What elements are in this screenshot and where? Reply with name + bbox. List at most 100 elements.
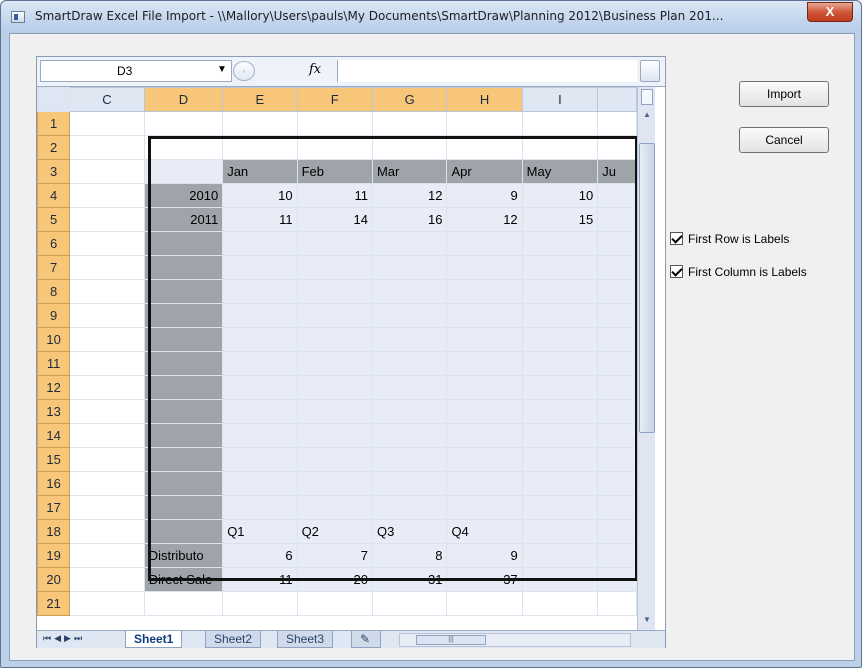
grid-cell[interactable]: May [521,159,599,184]
row-header[interactable]: 10 [37,327,71,352]
row-header[interactable]: 8 [37,279,71,304]
grid-cell[interactable] [143,423,224,448]
row-header[interactable]: 4 [37,183,71,208]
row-header[interactable]: 6 [37,231,71,256]
grid-cell[interactable] [597,447,637,472]
grid-cell[interactable] [597,399,637,424]
grid-cell[interactable]: 2011 [143,207,224,232]
grid-cell[interactable] [371,327,448,352]
grid-cell[interactable] [69,543,145,568]
row-header[interactable]: 17 [37,495,71,520]
row-header[interactable]: 18 [37,519,71,544]
grid-cell[interactable]: Direct Sale [143,567,224,592]
first-row-labels-option[interactable]: First Row is Labels [670,232,789,246]
grid-cell[interactable] [296,495,373,520]
formula-expand-button[interactable] [640,60,660,82]
grid-cell[interactable] [597,375,637,400]
grid-cell[interactable] [143,135,224,160]
grid-cell[interactable] [597,567,637,592]
row-header[interactable]: 3 [37,159,71,184]
grid-cell[interactable] [296,231,373,256]
grid-cell[interactable] [69,519,145,544]
grid-cell[interactable] [597,423,637,448]
grid-cell[interactable] [69,447,145,472]
grid-cell[interactable] [521,543,599,568]
grid-cell[interactable] [446,231,523,256]
grid-cell[interactable] [371,375,448,400]
grid-cell[interactable] [143,447,224,472]
grid-cell[interactable]: 31 [371,567,448,592]
grid-cell[interactable] [371,135,448,160]
grid-cell[interactable]: 12 [446,207,523,232]
grid-cell[interactable] [69,111,145,136]
vertical-scroll-thumb[interactable] [639,143,655,433]
grid-cell[interactable] [521,111,599,136]
grid-cell[interactable] [222,111,298,136]
grid-cell[interactable] [69,471,145,496]
column-header[interactable]: C [69,87,145,112]
grid-cell[interactable] [371,231,448,256]
grid-cell[interactable] [371,447,448,472]
column-header[interactable]: F [296,87,373,112]
grid-cell[interactable] [597,135,637,160]
grid-cell[interactable] [222,447,298,472]
grid-cell[interactable] [597,231,637,256]
grid-cell[interactable] [69,135,145,160]
tab-sheet1[interactable]: Sheet1 [125,631,183,648]
column-header[interactable]: D [143,87,224,112]
grid-cell[interactable] [521,135,599,160]
grid-cell[interactable]: Mar [371,159,448,184]
grid-cell[interactable]: Apr [446,159,523,184]
grid-cell[interactable]: 20 [296,567,373,592]
first-column-labels-option[interactable]: First Column is Labels [670,265,807,279]
grid-cell[interactable]: Feb [296,159,373,184]
grid-cell[interactable] [296,375,373,400]
grid-cell[interactable] [296,591,373,616]
grid-cell[interactable] [222,231,298,256]
grid-cell[interactable]: 14 [296,207,373,232]
grid-cell[interactable] [69,255,145,280]
grid-cell[interactable] [222,423,298,448]
grid-cell[interactable] [521,375,599,400]
scroll-down-icon[interactable]: ▼ [639,612,655,628]
grid-cell[interactable] [69,207,145,232]
grid-cell[interactable]: 37 [446,567,523,592]
grid-cell[interactable] [371,279,448,304]
grid-cell[interactable] [597,111,637,136]
name-box[interactable]: D3 ▼ [40,60,232,82]
first-row-labels-checkbox[interactable] [670,232,683,245]
grid-cell[interactable]: Jan [222,159,298,184]
grid-cell[interactable] [521,303,599,328]
row-header[interactable]: 20 [37,567,71,592]
grid-cell[interactable] [371,423,448,448]
horizontal-scroll-thumb[interactable]: ||| [416,635,486,645]
grid-cell[interactable] [222,375,298,400]
row-header[interactable]: 15 [37,447,71,472]
grid-cell[interactable] [597,255,637,280]
grid-cell[interactable] [371,399,448,424]
grid-cell[interactable] [69,495,145,520]
grid-cell[interactable] [521,423,599,448]
grid-cell[interactable] [222,255,298,280]
grid-cell[interactable]: 6 [222,543,298,568]
grid-cell[interactable] [597,543,637,568]
column-header[interactable]: H [446,87,523,112]
grid-cell[interactable] [143,519,224,544]
grid-cell[interactable]: Q2 [296,519,373,544]
grid-cell[interactable] [143,159,224,184]
grid-cell[interactable] [69,231,145,256]
grid-cell[interactable] [521,567,599,592]
grid-cell[interactable] [371,351,448,376]
cancel-button[interactable]: Cancel [739,127,829,153]
grid-cell[interactable]: Q3 [371,519,448,544]
grid-cell[interactable] [446,495,523,520]
grid-cell[interactable] [69,351,145,376]
grid-cell[interactable] [296,135,373,160]
grid-cell[interactable] [521,279,599,304]
close-button[interactable]: X [807,2,853,22]
grid-cell[interactable] [446,111,523,136]
grid-cell[interactable] [69,327,145,352]
grid-cell[interactable] [296,471,373,496]
grid-cell[interactable] [296,423,373,448]
grid-cell[interactable]: 11 [296,183,373,208]
